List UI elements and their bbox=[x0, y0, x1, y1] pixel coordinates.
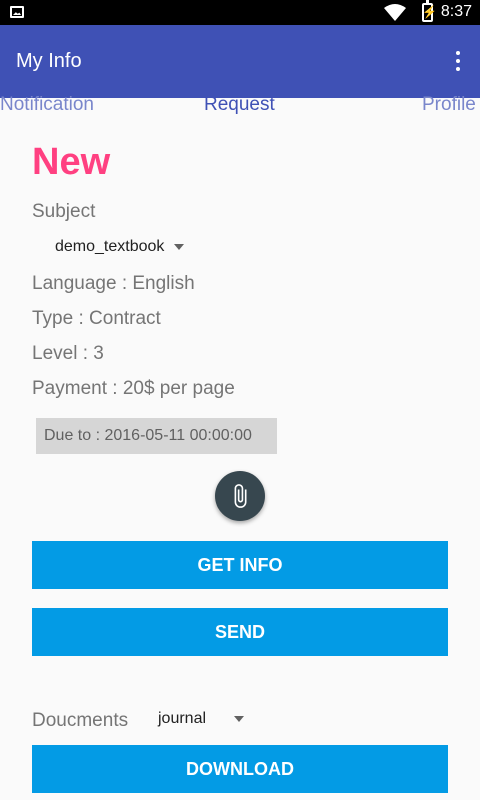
tab-bar: Notification Request Profile bbox=[0, 94, 480, 118]
wifi-icon bbox=[384, 4, 406, 21]
due-date-box: Due to : 2016-05-11 00:00:00 bbox=[36, 418, 277, 454]
dropdown-arrow-icon bbox=[174, 244, 185, 250]
level-text: Level : 3 bbox=[32, 343, 104, 364]
attach-button[interactable] bbox=[215, 471, 265, 521]
send-button[interactable]: SEND bbox=[32, 608, 448, 656]
type-text: Type : Contract bbox=[32, 308, 161, 329]
payment-text: Payment : 20$ per page bbox=[32, 378, 235, 399]
documents-spinner-value: journal bbox=[158, 710, 207, 727]
tab-request[interactable]: Request bbox=[204, 94, 275, 116]
gallery-notification-icon bbox=[10, 6, 24, 18]
more-vert-icon[interactable] bbox=[450, 49, 466, 73]
app-title: My Info bbox=[16, 50, 82, 72]
download-button[interactable]: DOWNLOAD bbox=[32, 745, 448, 793]
dropdown-arrow-icon bbox=[234, 716, 245, 722]
status-time: 8:37 bbox=[440, 3, 472, 20]
documents-label: Doucments bbox=[32, 710, 129, 731]
language-text: Language : English bbox=[32, 273, 195, 294]
subject-spinner[interactable]: demo_textbook bbox=[55, 238, 185, 256]
subject-label: Subject bbox=[32, 201, 96, 222]
tab-notification[interactable]: Notification bbox=[0, 94, 94, 116]
app-bar: My Info bbox=[0, 25, 480, 98]
documents-spinner[interactable]: journal bbox=[158, 710, 245, 728]
paperclip-icon bbox=[234, 484, 247, 508]
tab-profile[interactable]: Profile bbox=[422, 94, 476, 116]
get-info-button[interactable]: GET INFO bbox=[32, 541, 448, 589]
status-bar: 8:37 bbox=[0, 0, 480, 25]
subject-spinner-value: demo_textbook bbox=[55, 238, 165, 255]
request-status-heading: New bbox=[32, 141, 111, 183]
battery-charging-icon bbox=[422, 0, 437, 22]
